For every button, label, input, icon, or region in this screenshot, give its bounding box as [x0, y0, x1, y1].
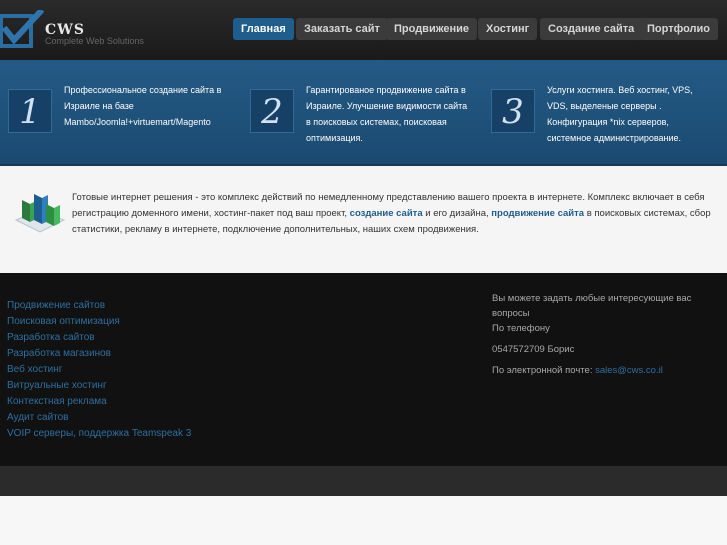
nav-item-promotion[interactable]: Продвижение	[386, 18, 478, 40]
site-header: CWS Complete Web Solutions Главная Заказ…	[0, 0, 727, 60]
intro-paragraph: Готовые интернет решения - это комплекс …	[72, 190, 712, 238]
footer-link-web-hosting[interactable]: Веб хостинг	[7, 362, 191, 378]
phone-number: 0547572709 Борис	[492, 344, 575, 355]
feature-line: Гарантированое продвижение сайта в	[306, 85, 466, 95]
intro-section: Готовые интернет решения - это комплекс …	[0, 168, 727, 273]
footer-link-promotion[interactable]: Продвижение сайтов	[7, 298, 191, 314]
nav-item-site-creation[interactable]: Создание сайта	[540, 18, 643, 40]
feature-line: Израиле на базе	[64, 101, 134, 111]
feature-3: 3 Услуги хостинга. Веб хостинг, VPS, VDS…	[491, 60, 721, 166]
footer-link-voip[interactable]: VOIP серверы, поддержка Teamspeak 3	[7, 426, 191, 442]
contact-block: Вы можете задать любые интересующие вас …	[492, 291, 717, 378]
footer-link-seo[interactable]: Поисковая оптимизация	[7, 314, 191, 330]
feature-number-box: 3	[491, 89, 535, 133]
checkmark-logo-icon	[0, 10, 44, 48]
footer-link-shops[interactable]: Разработка магазинов	[7, 346, 191, 362]
feature-number: 2	[261, 92, 283, 132]
feature-text: Услуги хостинга. Веб хостинг, VPS, VDS, …	[547, 82, 693, 146]
feature-line: Mambo/Joomla!+virtuemart/Magento	[64, 117, 211, 127]
feature-text: Профессиональное создание сайта в Израил…	[64, 82, 221, 130]
contact-question: Вы можете задать любые интересующие вас	[492, 293, 692, 304]
feature-1: 1 Профессиональное создание сайта в Изра…	[8, 60, 238, 166]
logo-subtitle: Complete Web Solutions	[45, 36, 144, 46]
feature-line: Израиле. Улучшение видимости сайта	[306, 101, 468, 111]
feature-number-box: 2	[250, 89, 294, 133]
feature-line: VDS, выделеные серверы .	[547, 101, 662, 111]
footer-link-virtual-hosting[interactable]: Витруальные хостинг	[7, 378, 191, 394]
phone-label: По телефону	[492, 323, 550, 334]
feature-number: 3	[502, 92, 524, 132]
bottom-bar	[0, 466, 727, 496]
features-band: 1 Профессиональное создание сайта в Изра…	[0, 60, 727, 166]
nav-item-portfolio[interactable]: Портфолио	[639, 18, 718, 40]
feature-number: 1	[19, 92, 41, 132]
feature-line: системное администрирование.	[547, 133, 682, 143]
nav-item-home[interactable]: Главная	[233, 18, 294, 40]
footer-link-site-audit[interactable]: Аудит сайтов	[7, 410, 191, 426]
feature-line: Конфигурация *nix серверов,	[547, 117, 669, 127]
site-footer: Продвижение сайтов Поисковая оптимизация…	[0, 273, 727, 466]
email-line: По электронной почте: sales@cws.co.il	[492, 363, 717, 378]
site-creation-link[interactable]: создание сайта	[350, 208, 423, 219]
site-logo[interactable]: CWS Complete Web Solutions	[0, 10, 150, 50]
nav-item-order-site[interactable]: Заказать сайт	[296, 18, 388, 40]
feature-number-box: 1	[8, 89, 52, 133]
footer-link-contextual-ads[interactable]: Контекстная реклама	[7, 394, 191, 410]
email-link[interactable]: sales@cws.co.il	[595, 365, 663, 376]
feature-line: Профессиональное создание сайта в	[64, 85, 222, 95]
email-label: По электронной почте:	[492, 365, 596, 376]
feature-line: оптимизация.	[306, 133, 363, 143]
site-promotion-link[interactable]: продвижение сайта	[491, 208, 584, 219]
bar-chart-icon	[14, 194, 66, 239]
contact-question: вопросы	[492, 308, 530, 319]
footer-link-development[interactable]: Разработка сайтов	[7, 330, 191, 346]
feature-text: Гарантированое продвижение сайта в Израи…	[306, 82, 467, 146]
page-bottom	[0, 496, 727, 545]
feature-line: в поисковых системах, поисковая	[306, 117, 447, 127]
intro-text-part: и его дизайна,	[422, 208, 492, 219]
feature-line: Услуги хостинга. Веб хостинг, VPS,	[547, 85, 693, 95]
nav-item-hosting[interactable]: Хостинг	[478, 18, 538, 40]
footer-links: Продвижение сайтов Поисковая оптимизация…	[7, 298, 191, 442]
feature-2: 2 Гарантированое продвижение сайта в Изр…	[250, 60, 485, 166]
